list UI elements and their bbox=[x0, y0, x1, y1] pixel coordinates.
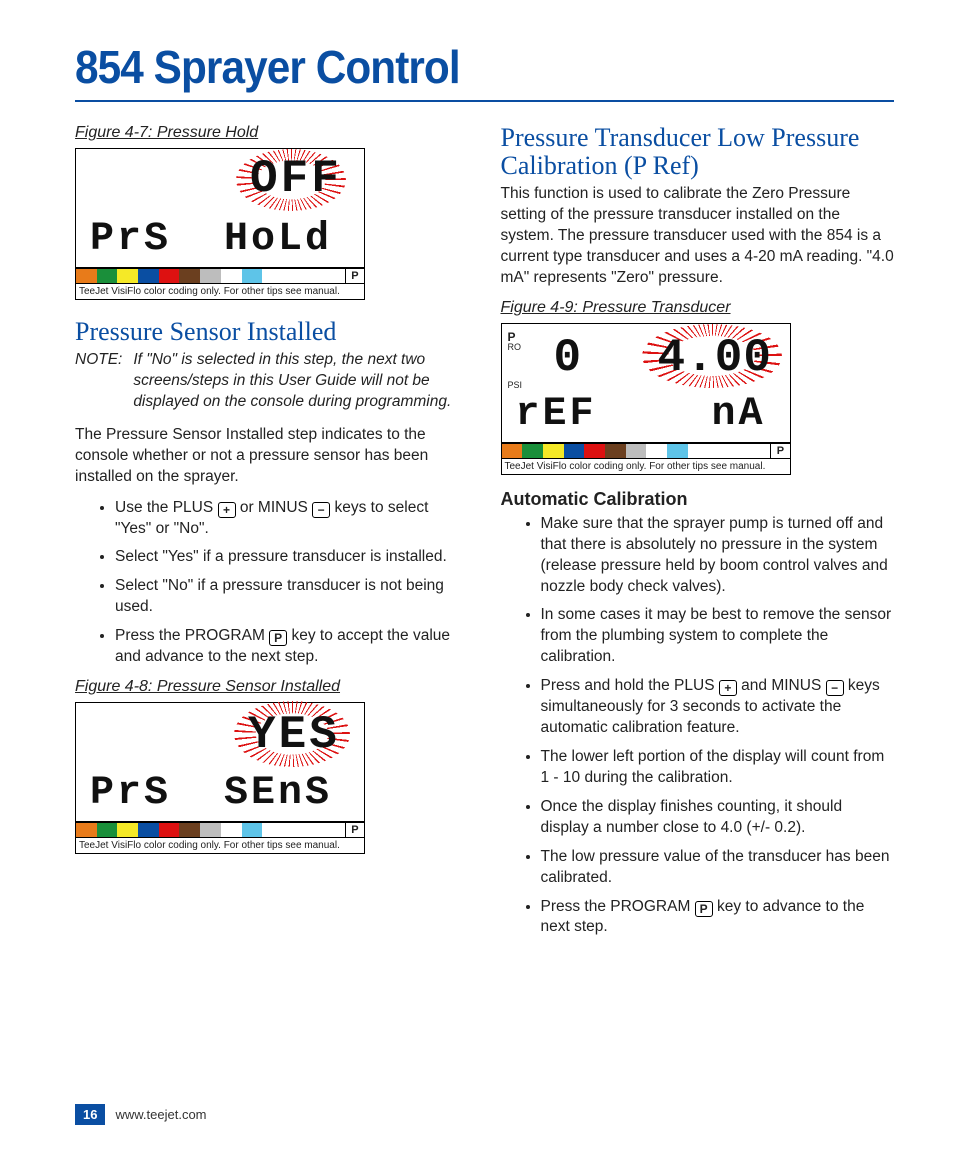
lcd-bottom-left: PrS bbox=[90, 771, 171, 816]
list-item: Select "Yes" if a pressure transducer is… bbox=[115, 547, 469, 568]
footer-url: www.teejet.com bbox=[115, 1107, 206, 1122]
plus-key-icon: + bbox=[218, 502, 236, 518]
note-body: If "No" is selected in this step, the ne… bbox=[133, 350, 467, 413]
heading-pressure-transducer: Pressure Transducer Low Pressure Calibra… bbox=[501, 124, 895, 180]
page-title: 854 Sprayer Control bbox=[75, 40, 828, 94]
list-item: Select "No" if a pressure transducer is … bbox=[115, 576, 469, 618]
lcd-top-right: 4.00 bbox=[658, 332, 772, 384]
list-item: The lower left portion of the display wi… bbox=[541, 747, 895, 789]
figure-4-9-caption: Figure 4-9: Pressure Transducer bbox=[501, 299, 895, 317]
lcd-bottom-right: SEnS bbox=[224, 771, 332, 816]
indicator-psi: PSI bbox=[508, 380, 523, 390]
figure-4-8-caption: Figure 4-8: Pressure Sensor Installed bbox=[75, 678, 469, 696]
figure-4-7-caption: Figure 4-7: Pressure Hold bbox=[75, 124, 469, 142]
lcd-figure-4-9: P RO PSI 0 4.00 rEF nA P TeeJet VisiFlo … bbox=[501, 323, 791, 475]
para-pressure-sensor: The Pressure Sensor Installed step indic… bbox=[75, 425, 469, 488]
colorbar-note: TeeJet VisiFlo color coding only. For ot… bbox=[502, 458, 790, 474]
p-indicator: P bbox=[345, 269, 364, 283]
list-item: In some cases it may be best to remove t… bbox=[541, 605, 895, 668]
lcd-top-value: OFF bbox=[250, 153, 342, 205]
list-item: Press the PROGRAM P key to advance to th… bbox=[541, 897, 895, 939]
heading-automatic-calibration: Automatic Calibration bbox=[501, 489, 895, 510]
colorbar-note: TeeJet VisiFlo color coding only. For ot… bbox=[76, 283, 364, 299]
list-item: Press and hold the PLUS + and MINUS − ke… bbox=[541, 676, 895, 739]
p-indicator: P bbox=[770, 444, 789, 458]
program-key-icon: P bbox=[695, 901, 713, 917]
note-block: NOTE: If "No" is selected in this step, … bbox=[75, 350, 469, 413]
lcd-bottom-right: HoLd bbox=[224, 217, 332, 262]
program-key-icon: P bbox=[269, 630, 287, 646]
lcd-figure-4-7: OFF PrS HoLd P TeeJet VisiFlo color codi… bbox=[75, 148, 365, 300]
minus-key-icon: − bbox=[826, 680, 844, 696]
list-item: Once the display finishes counting, it s… bbox=[541, 797, 895, 839]
page-number: 16 bbox=[75, 1104, 105, 1125]
lcd-bottom-left: PrS bbox=[90, 217, 171, 262]
color-bar: P bbox=[502, 443, 790, 458]
page-footer: 16 www.teejet.com bbox=[75, 1104, 207, 1125]
left-column: Figure 4-7: Pressure Hold OFF PrS HoLd P… bbox=[75, 124, 469, 948]
minus-key-icon: − bbox=[312, 502, 330, 518]
list-item: Make sure that the sprayer pump is turne… bbox=[541, 514, 895, 598]
lcd-top-left: 0 bbox=[554, 332, 585, 384]
plus-key-icon: + bbox=[719, 680, 737, 696]
bullet-list-left: Use the PLUS + or MINUS − keys to select… bbox=[75, 498, 469, 668]
colorbar-note: TeeJet VisiFlo color coding only. For ot… bbox=[76, 837, 364, 853]
p-indicator: P bbox=[345, 823, 364, 837]
para-pressure-transducer: This function is used to calibrate the Z… bbox=[501, 184, 895, 289]
list-item: Press the PROGRAM P key to accept the va… bbox=[115, 626, 469, 668]
list-item: Use the PLUS + or MINUS − keys to select… bbox=[115, 498, 469, 540]
indicator-pro: RO bbox=[508, 342, 522, 352]
bullet-list-right: Make sure that the sprayer pump is turne… bbox=[501, 514, 895, 939]
lcd-figure-4-8: YES PrS SEnS P TeeJet VisiFlo color codi… bbox=[75, 702, 365, 854]
lcd-top-value: YES bbox=[248, 709, 340, 761]
color-bar: P bbox=[76, 822, 364, 837]
title-rule bbox=[75, 100, 894, 102]
lcd-bottom-left: rEF bbox=[516, 392, 597, 437]
heading-pressure-sensor-installed: Pressure Sensor Installed bbox=[75, 318, 469, 346]
color-bar: P bbox=[76, 268, 364, 283]
note-label: NOTE: bbox=[75, 350, 129, 371]
lcd-bottom-right: nA bbox=[712, 392, 766, 437]
right-column: Pressure Transducer Low Pressure Calibra… bbox=[501, 124, 895, 948]
list-item: The low pressure value of the transducer… bbox=[541, 847, 895, 889]
